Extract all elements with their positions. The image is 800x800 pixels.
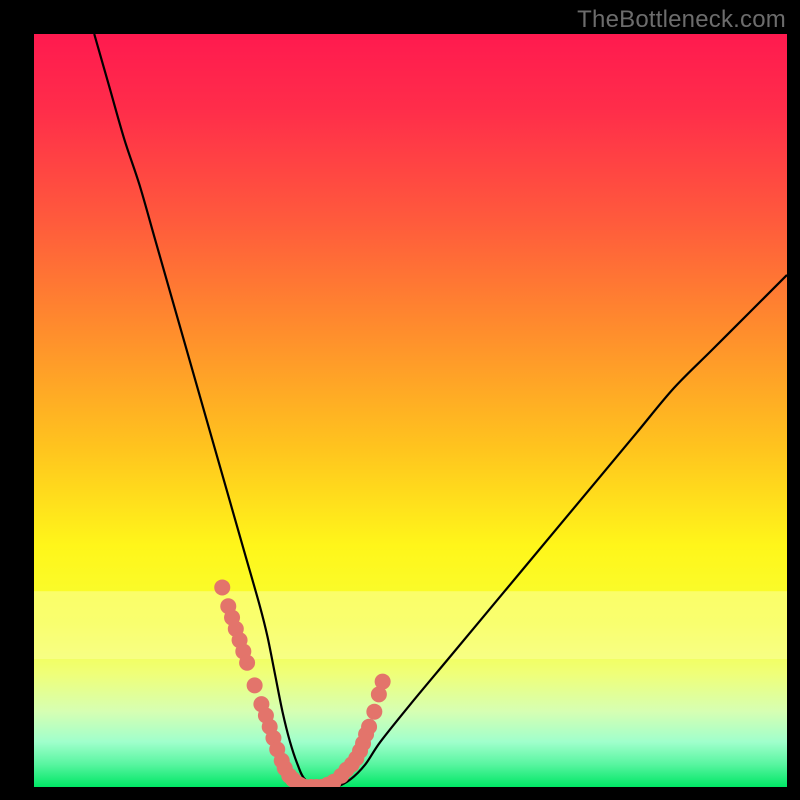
marker-dot — [366, 704, 382, 720]
watermark-text: TheBottleneck.com — [577, 6, 786, 34]
marker-dot — [247, 677, 263, 693]
chart-outer-frame: TheBottleneck.com — [0, 0, 800, 800]
plot-area — [34, 34, 787, 787]
marker-dot — [239, 655, 255, 671]
marker-dot — [214, 579, 230, 595]
chart-canvas — [34, 34, 787, 787]
marker-dot — [361, 719, 377, 735]
yellow-band — [34, 591, 787, 659]
gradient-background — [34, 34, 787, 787]
marker-dot — [375, 674, 391, 690]
